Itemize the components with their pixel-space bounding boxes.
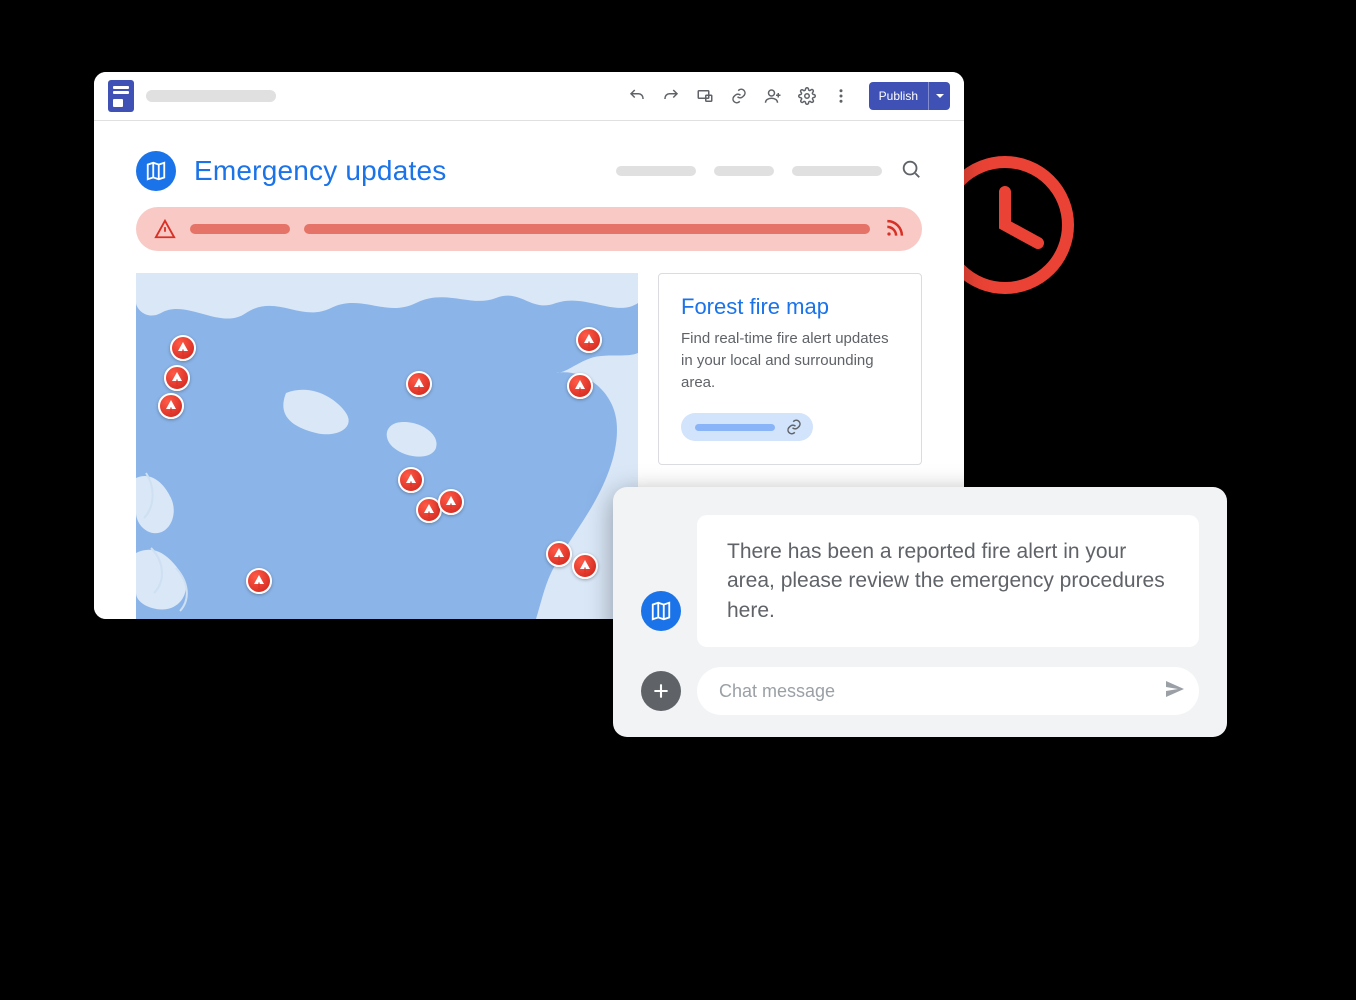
add-attachment-button[interactable] [641,671,681,711]
preview-icon[interactable] [695,86,715,106]
undo-icon[interactable] [627,86,647,106]
page-title: Emergency updates [194,155,446,187]
nav-item-placeholder[interactable] [792,166,882,176]
warning-icon [154,218,176,240]
nav-item-placeholder[interactable] [616,166,696,176]
caret-down-icon[interactable] [928,82,950,110]
fire-pin[interactable] [567,373,593,399]
fire-pin[interactable] [572,553,598,579]
fire-pin[interactable] [576,327,602,353]
map-icon [136,151,176,191]
rss-icon[interactable] [884,219,904,239]
settings-gear-icon[interactable] [797,86,817,106]
alert-text-placeholder [190,224,290,234]
fire-pin[interactable] [546,541,572,567]
page-header: Emergency updates [136,151,922,207]
card-title: Forest fire map [681,294,899,320]
link-chip[interactable] [681,413,813,441]
chat-avatar-map-icon [641,591,681,631]
fire-pin[interactable] [170,335,196,361]
alert-banner[interactable] [136,207,922,251]
send-icon[interactable] [1163,677,1187,706]
fire-map[interactable] [136,273,638,619]
sites-logo-icon[interactable] [108,80,134,112]
fire-pin[interactable] [398,467,424,493]
fire-map-card: Forest fire map Find real-time fire aler… [658,273,922,465]
link-icon [785,418,803,436]
link-text-placeholder [695,424,775,431]
redo-icon[interactable] [661,86,681,106]
add-person-icon[interactable] [763,86,783,106]
publish-label: Publish [869,89,928,103]
fire-pin[interactable] [438,489,464,515]
fire-pin[interactable] [164,365,190,391]
chat-panel: There has been a reported fire alert in … [613,487,1227,737]
publish-button[interactable]: Publish [869,82,950,110]
nav-placeholders [616,158,922,185]
alert-text-placeholder [304,224,870,234]
fire-pin[interactable] [158,393,184,419]
toolbar: Publish [94,72,964,120]
fire-pin[interactable] [246,568,272,594]
chat-message: There has been a reported fire alert in … [697,515,1199,647]
chat-input-field[interactable] [719,681,1163,702]
more-icon[interactable] [831,86,851,106]
link-icon[interactable] [729,86,749,106]
card-description: Find real-time fire alert updates in you… [681,328,899,393]
nav-item-placeholder[interactable] [714,166,774,176]
chat-input[interactable] [697,667,1199,715]
search-icon[interactable] [900,158,922,185]
fire-pin[interactable] [406,371,432,397]
doc-title-placeholder[interactable] [146,90,276,102]
